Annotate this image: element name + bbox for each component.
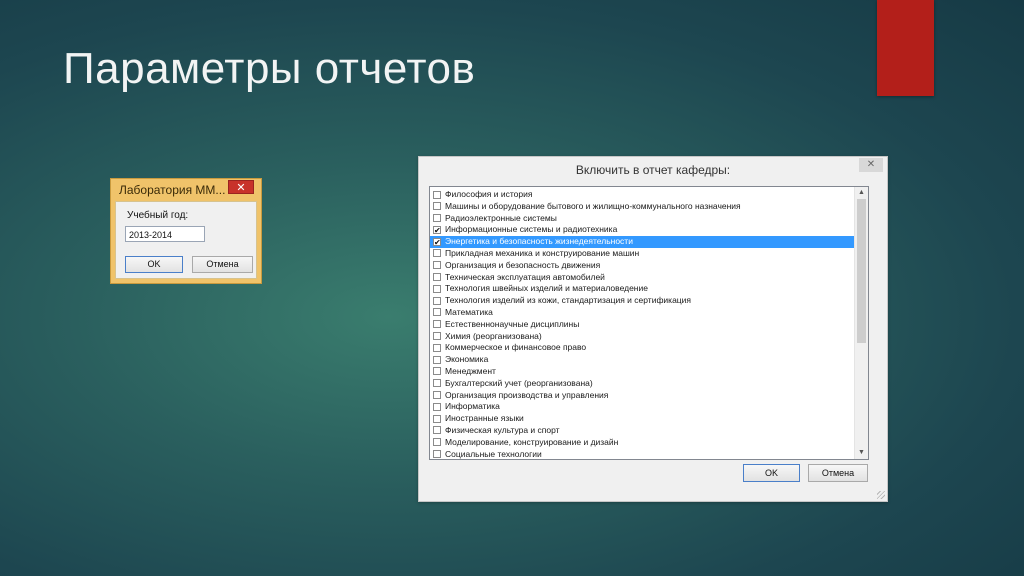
lab-cancel-button[interactable]: Отмена bbox=[192, 256, 253, 273]
list-item-label: Машины и оборудование бытового и жилищно… bbox=[445, 200, 741, 211]
list-item-label: Радиоэлектронные системы bbox=[445, 212, 557, 223]
list-item-label: Иностранные языки bbox=[445, 413, 524, 424]
checkbox[interactable] bbox=[433, 343, 441, 352]
lab-dialog-body: Учебный год: 2013-2014 OK Отмена bbox=[115, 201, 257, 279]
checkbox[interactable] bbox=[433, 367, 441, 376]
report-ok-button[interactable]: OK bbox=[743, 464, 800, 482]
list-item-label: Технология швейных изделий и материалове… bbox=[445, 283, 648, 294]
checkbox[interactable] bbox=[433, 332, 441, 341]
list-item-label: Химия (реорганизована) bbox=[445, 330, 542, 341]
close-icon[interactable]: ✕ bbox=[859, 158, 883, 172]
year-label: Учебный год: bbox=[127, 210, 189, 221]
list-item[interactable]: Философия и история bbox=[430, 189, 854, 201]
checkbox[interactable]: ✔ bbox=[433, 225, 441, 234]
list-item[interactable]: Машины и оборудование бытового и жилищно… bbox=[430, 201, 854, 213]
list-item-label: Моделирование, конструирование и дизайн bbox=[445, 436, 619, 447]
list-item[interactable]: Естественнонаучные дисциплины bbox=[430, 319, 854, 331]
checkbox[interactable] bbox=[433, 414, 441, 423]
department-checklist[interactable]: Философия и история Машины и оборудование… bbox=[429, 186, 869, 460]
report-dialog: Включить в отчет кафедры: ✕ Философия и … bbox=[418, 156, 888, 502]
list-item[interactable]: Коммерческое и финансовое право bbox=[430, 342, 854, 354]
checkbox[interactable] bbox=[433, 202, 441, 211]
scrollbar[interactable]: ▲ ▼ bbox=[854, 187, 868, 459]
checkbox[interactable] bbox=[433, 190, 441, 199]
list-item[interactable]: Экономика bbox=[430, 354, 854, 366]
checkbox[interactable] bbox=[433, 296, 441, 305]
checkbox[interactable] bbox=[433, 214, 441, 223]
checkbox[interactable] bbox=[433, 249, 441, 258]
lab-dialog-title: Лаборатория ММ... bbox=[119, 183, 226, 197]
checkbox[interactable] bbox=[433, 438, 441, 447]
checklist-rows: Философия и история Машины и оборудование… bbox=[430, 189, 854, 459]
list-item-label: Организация производства и управления bbox=[445, 389, 609, 400]
accent-bar bbox=[877, 0, 934, 96]
list-item-label: Информатика bbox=[445, 401, 500, 412]
list-item[interactable]: Моделирование, конструирование и дизайн bbox=[430, 437, 854, 449]
list-item[interactable]: Иностранные языки bbox=[430, 413, 854, 425]
list-item[interactable]: Организация производства и управления bbox=[430, 390, 854, 402]
list-item[interactable]: Технология изделий из кожи, стандартизац… bbox=[430, 295, 854, 307]
list-item-label: Бухгалтерский учет (реорганизована) bbox=[445, 377, 593, 388]
scroll-up-icon[interactable]: ▲ bbox=[855, 187, 868, 199]
list-item-label: Прикладная механика и конструирование ма… bbox=[445, 247, 640, 258]
list-item[interactable]: ✔ Энергетика и безопасность жизнедеятельн… bbox=[430, 236, 854, 248]
year-input[interactable]: 2013-2014 bbox=[125, 226, 205, 242]
checkbox[interactable] bbox=[433, 391, 441, 400]
list-item-label: Энергетика и безопасность жизнедеятельно… bbox=[445, 236, 633, 247]
list-item-label: Организация и безопасность движения bbox=[445, 259, 601, 270]
list-item[interactable]: Техническая эксплуатация автомобилей bbox=[430, 272, 854, 284]
checkbox[interactable] bbox=[433, 379, 441, 388]
list-item[interactable]: ✔ Информационные системы и радиотехника bbox=[430, 224, 854, 236]
report-cancel-button[interactable]: Отмена bbox=[808, 464, 868, 482]
checkbox[interactable]: ✔ bbox=[433, 237, 441, 246]
checkbox[interactable] bbox=[433, 261, 441, 270]
lab-dialog: Лаборатория ММ... ✕ Учебный год: 2013-20… bbox=[110, 178, 262, 284]
list-item-label: Естественнонаучные дисциплины bbox=[445, 318, 580, 329]
lab-dialog-titlebar[interactable]: Лаборатория ММ... ✕ bbox=[111, 179, 261, 201]
checkbox[interactable] bbox=[433, 426, 441, 435]
list-item[interactable]: Бухгалтерский учет (реорганизована) bbox=[430, 378, 854, 390]
checkbox[interactable] bbox=[433, 273, 441, 282]
lab-ok-button[interactable]: OK bbox=[125, 256, 183, 273]
list-item-label: Экономика bbox=[445, 354, 489, 365]
checkbox[interactable] bbox=[433, 402, 441, 411]
list-item-label: Технология изделий из кожи, стандартизац… bbox=[445, 295, 692, 306]
list-item-label: Физическая культура и спорт bbox=[445, 424, 560, 435]
list-item-label: Информационные системы и радиотехника bbox=[445, 224, 618, 235]
checkbox[interactable] bbox=[433, 308, 441, 317]
close-icon[interactable]: ✕ bbox=[228, 180, 254, 194]
checkbox[interactable] bbox=[433, 284, 441, 293]
list-item[interactable]: Менеджмент bbox=[430, 366, 854, 378]
list-item-label: Социальные технологии bbox=[445, 448, 542, 459]
list-item[interactable]: Информатика bbox=[430, 401, 854, 413]
checkbox[interactable] bbox=[433, 450, 441, 459]
scroll-down-icon[interactable]: ▼ bbox=[855, 447, 868, 459]
list-item[interactable]: Прикладная механика и конструирование ма… bbox=[430, 248, 854, 260]
list-item[interactable]: Физическая культура и спорт bbox=[430, 425, 854, 437]
resize-grip-icon[interactable] bbox=[877, 491, 885, 499]
slide-title: Параметры отчетов bbox=[63, 44, 476, 93]
list-item-label: Техническая эксплуатация автомобилей bbox=[445, 271, 605, 282]
checkbox[interactable] bbox=[433, 355, 441, 364]
list-item-label: Математика bbox=[445, 306, 493, 317]
list-item[interactable]: Организация и безопасность движения bbox=[430, 260, 854, 272]
list-item[interactable]: Математика bbox=[430, 307, 854, 319]
list-item-label: Коммерческое и финансовое право bbox=[445, 342, 587, 353]
report-dialog-title: Включить в отчет кафедры: bbox=[575, 163, 731, 177]
list-item[interactable]: Социальные технологии bbox=[430, 448, 854, 459]
list-item[interactable]: Радиоэлектронные системы bbox=[430, 213, 854, 225]
scroll-thumb[interactable] bbox=[857, 199, 866, 343]
checkbox[interactable] bbox=[433, 320, 441, 329]
list-item-label: Философия и история bbox=[445, 189, 533, 199]
list-item-label: Менеджмент bbox=[445, 365, 496, 376]
list-item[interactable]: Технология швейных изделий и материалове… bbox=[430, 283, 854, 295]
list-item[interactable]: Химия (реорганизована) bbox=[430, 331, 854, 343]
